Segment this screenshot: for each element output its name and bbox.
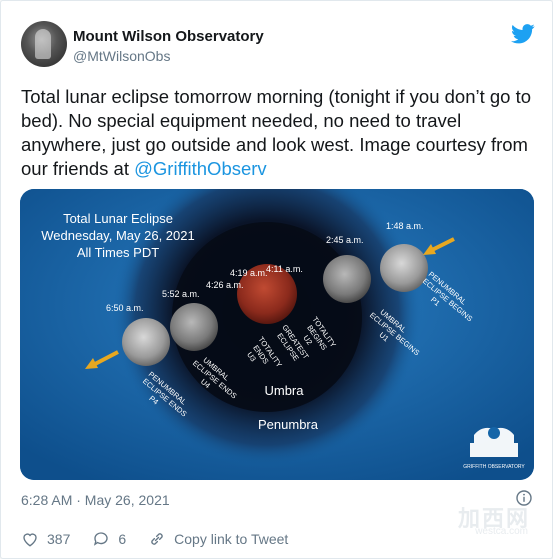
reply-button[interactable]: 6 [92,530,126,548]
watermark-subtext: westca.com [475,526,528,537]
twitter-bird-icon[interactable] [511,23,535,45]
tweet-card: Mount Wilson Observatory @MtWilsonObs To… [0,0,553,559]
tweet-actions: 387 6 Copy link to Tweet [21,530,310,548]
time-u4: 5:52 a.m. [162,289,200,299]
copy-link-button[interactable]: Copy link to Tweet [148,530,288,548]
time-u3: 4:26 a.m. [206,280,244,290]
reply-icon [94,532,108,546]
penumbra-label: Penumbra [258,417,319,432]
like-count: 387 [47,531,71,547]
time-u1: 2:45 a.m. [326,235,364,245]
link-icon [151,533,163,545]
svg-text:GRIFFITH OBSERVATORY: GRIFFITH OBSERVATORY [463,464,525,470]
tweet-text: Total lunar eclipse tomorrow morning (to… [21,85,541,181]
graphic-date: Wednesday, May 26, 2021 [41,228,194,243]
copy-link-label: Copy link to Tweet [174,531,289,547]
time-u2: 4:11 a.m. [266,264,303,274]
time-greatest: 4:19 a.m. [230,268,268,278]
like-button[interactable]: 387 [21,530,70,548]
mention-link[interactable]: @GriffithObserv [134,158,267,179]
heart-icon [23,533,37,547]
moon-u4 [170,303,218,351]
graphic-timezone: All Times PDT [77,245,159,260]
tweet-body: Total lunar eclipse tomorrow morning (to… [21,86,532,179]
reply-count: 6 [118,531,127,547]
author-avatar[interactable] [21,21,67,67]
eclipse-graphic[interactable]: Total Lunar Eclipse Wednesday, May 26, 2… [20,189,534,480]
umbra-label: Umbra [264,383,304,398]
time-p1: 1:48 a.m. [386,221,424,231]
tweet-timestamp[interactable]: 6:28 AM · May 26, 2021 [21,492,170,508]
time-p4: 6:50 a.m. [106,303,144,313]
graphic-title: Total Lunar Eclipse [63,211,173,226]
author-handle[interactable]: @MtWilsonObs [73,48,170,64]
author-name[interactable]: Mount Wilson Observatory [73,28,264,45]
moon-u1 [323,255,371,303]
moon-p4 [122,318,170,366]
moon-p1 [380,244,428,292]
